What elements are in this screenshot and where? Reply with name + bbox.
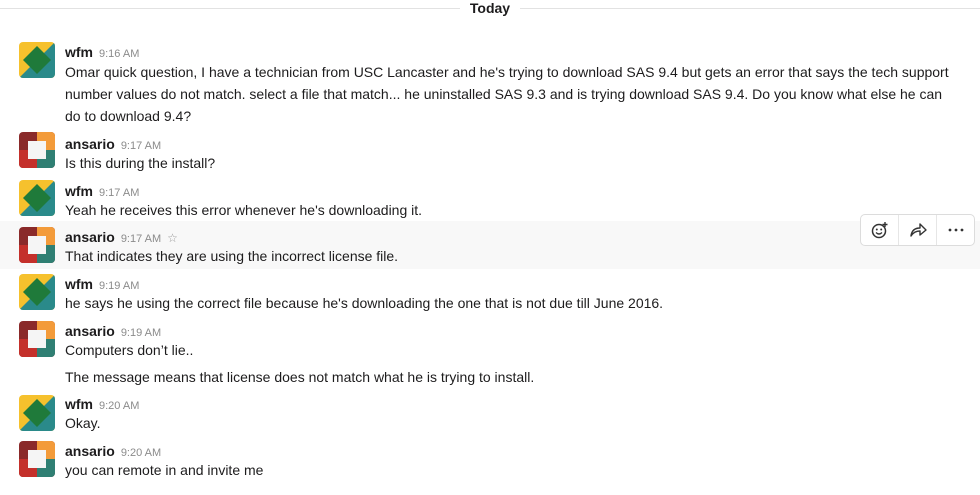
- sender-name[interactable]: wfm: [65, 183, 93, 199]
- message[interactable]: ansario 9:17 AM Is this during the instal…: [0, 129, 980, 173]
- avatar[interactable]: [19, 42, 55, 78]
- avatar[interactable]: [19, 227, 55, 263]
- avatar[interactable]: [19, 274, 55, 310]
- message[interactable]: wfm 9:17 AM Yeah he receives this error w…: [0, 176, 980, 220]
- timestamp[interactable]: 9:17 AM: [121, 233, 161, 245]
- sender-name[interactable]: ansario: [65, 323, 115, 339]
- timestamp[interactable]: 9:17 AM: [121, 140, 161, 152]
- star-icon[interactable]: ☆: [167, 231, 178, 245]
- message-actions-toolbar: [860, 214, 975, 246]
- message[interactable]: wfm 9:20 AM Okay.: [0, 391, 980, 435]
- message[interactable]: ansario 9:20 AM you can remote in and inv…: [0, 438, 980, 488]
- timestamp[interactable]: 9:20 AM: [99, 400, 139, 412]
- avatar[interactable]: [19, 180, 55, 216]
- sender-name[interactable]: ansario: [65, 136, 115, 152]
- add-reaction-icon[interactable]: [861, 215, 898, 245]
- message-text: Is this during the install?: [65, 155, 216, 171]
- message-text: he says he using the correct file becaus…: [65, 295, 664, 311]
- sender-name[interactable]: ansario: [65, 229, 115, 245]
- avatar[interactable]: [19, 132, 55, 168]
- timestamp[interactable]: 9:17 AM: [99, 187, 139, 199]
- sender-name[interactable]: wfm: [65, 276, 93, 292]
- avatar[interactable]: [19, 441, 55, 477]
- message[interactable]: ansario 9:19 AM Computers don’t lie.. The…: [0, 317, 980, 389]
- message-text: Omar quick question, I have a technician…: [65, 64, 949, 124]
- message-text: That indicates they are using the incorr…: [65, 248, 399, 264]
- message-text: Yeah he receives this error whenever he'…: [65, 202, 423, 218]
- more-actions-icon[interactable]: [936, 215, 974, 245]
- timestamp[interactable]: 9:19 AM: [121, 327, 161, 339]
- timestamp[interactable]: 9:19 AM: [99, 280, 139, 292]
- message-text: Okay.: [65, 415, 101, 431]
- message[interactable]: ansario 9:17 AM ☆ That indicates they are …: [0, 221, 980, 269]
- message[interactable]: wfm 9:19 AM he says he using the correct …: [0, 270, 980, 314]
- message-text: Computers don’t lie..: [65, 342, 194, 358]
- message-text: The message means that license does not …: [65, 369, 535, 385]
- avatar[interactable]: [19, 321, 55, 357]
- message-text: you can remote in and invite me: [65, 462, 264, 478]
- share-icon[interactable]: [898, 215, 936, 245]
- message[interactable]: wfm 9:16 AM Omar quick question, I have a…: [0, 38, 980, 128]
- date-divider-label: Today: [460, 0, 520, 17]
- sender-name[interactable]: wfm: [65, 44, 93, 60]
- timestamp[interactable]: 9:16 AM: [99, 48, 139, 60]
- timestamp[interactable]: 9:20 AM: [121, 447, 161, 459]
- avatar[interactable]: [19, 395, 55, 431]
- sender-name[interactable]: ansario: [65, 443, 115, 459]
- sender-name[interactable]: wfm: [65, 396, 93, 412]
